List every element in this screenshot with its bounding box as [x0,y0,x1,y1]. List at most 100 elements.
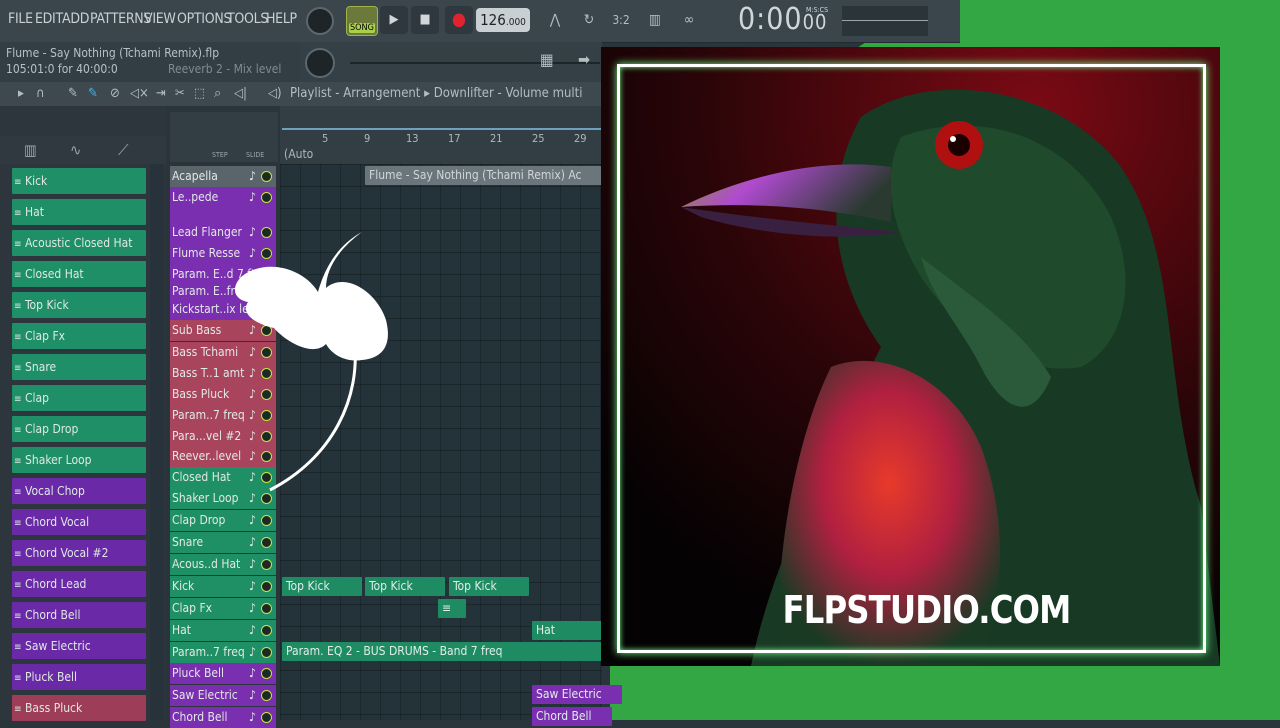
menu-patterns[interactable]: PATTERNS [90,11,151,27]
channel-button[interactable]: ≡ Shaker Loop [12,447,146,473]
clip-top-kick-2[interactable]: Top Kick [365,577,445,596]
brush-icon[interactable]: ✎ [88,86,98,101]
track-active-indicator[interactable] [261,712,272,723]
clip-param-eq[interactable]: Param. EQ 2 - BUS DRUMS - Band 7 freq [282,642,602,661]
pencil-icon[interactable]: ✎ [68,86,78,101]
clip-top-kick-1[interactable]: Top Kick [282,577,362,596]
channel-button[interactable]: ≡ Clap Drop [12,416,146,442]
countdown-icon[interactable]: 3:2 [606,6,636,34]
audio-tab-icon[interactable]: ∿ [70,141,81,159]
playlist-menu-icon[interactable]: ▸ [18,86,24,101]
track-header[interactable]: Pluck Bell ♪ [170,663,276,684]
channel-button[interactable]: ≡ Snare [12,354,146,380]
piano-roll-tab-icon[interactable]: ▥ [24,141,37,159]
menu-tools[interactable]: TOOLS [227,11,268,27]
track-header[interactable]: Clap Drop ♪ [170,510,276,531]
channel-button[interactable]: ≡ Chord Vocal #2 [12,540,146,566]
channel-button[interactable]: ≡ Chord Vocal [12,509,146,535]
track-active-indicator[interactable] [261,493,272,504]
magnet-icon[interactable]: ∩ [36,86,45,101]
loop-record-icon[interactable]: ∞ [674,6,704,34]
channel-button[interactable]: ≡ Top Kick [12,292,146,318]
track-active-indicator[interactable] [261,171,272,182]
channel-grip-icon: ≡ [14,394,22,405]
step-edit-icon[interactable]: ▥ [640,6,670,34]
channel-button[interactable]: ≡ Clap [12,385,146,411]
slip-icon[interactable]: ⇥ [156,86,166,101]
slice-icon[interactable]: ✂ [175,86,185,101]
channel-label: Closed Hat [25,267,84,281]
channel-button[interactable]: ≡ Saw Electric [12,633,146,659]
track-active-indicator[interactable] [261,581,272,592]
menu-file[interactable]: FILE [8,11,33,27]
menu-help[interactable]: HELP [266,11,297,27]
note-icon: ♪ [249,623,256,637]
clip-clap-fx[interactable]: ≡ [438,599,466,618]
master-pitch-slider[interactable] [350,62,600,64]
zoom-icon[interactable]: ⌕ [214,86,221,101]
channel-button[interactable]: ≡ Closed Hat [12,261,146,287]
delete-icon[interactable]: ⊘ [110,86,120,101]
piano-icon[interactable]: ▦ [540,50,554,69]
stop-button[interactable]: ■ [411,6,439,34]
tempo-display[interactable]: 126.000 [476,8,530,32]
menu-edit[interactable]: EDIT [35,11,63,27]
timeline-ruler[interactable] [280,106,602,164]
channel-grip-icon: ≡ [14,642,22,653]
track-header[interactable]: Acapella ♪ [170,166,276,187]
playback-icon[interactable]: ◁| [234,86,247,101]
track-active-indicator[interactable] [261,559,272,570]
track-active-indicator[interactable] [261,515,272,526]
track-active-indicator[interactable] [261,192,272,203]
master-volume-knob[interactable] [306,7,334,35]
track-header[interactable]: Param..7 freq ♪ [170,642,276,663]
channel-button[interactable]: ≡ Chord Lead [12,571,146,597]
menu-view[interactable]: VIEW [144,11,176,27]
track-header[interactable]: Saw Electric ♪ [170,685,276,706]
track-active-indicator[interactable] [261,537,272,548]
wait-input-icon[interactable]: ↻ [574,6,604,34]
channel-button[interactable]: ≡ Vocal Chop [12,478,146,504]
master-pitch-knob[interactable] [305,48,335,78]
channel-button[interactable]: ≡ Pluck Bell [12,664,146,690]
track-label: Kick [172,579,195,593]
arrow-right-icon[interactable]: ➡ [578,50,590,69]
track-header[interactable]: Hat ♪ [170,620,276,641]
channel-scrollbar[interactable] [150,164,164,720]
channel-button[interactable]: ≡ Bass Pluck [12,695,146,721]
speaker-icon[interactable]: ◁) [268,86,282,101]
track-active-indicator[interactable] [261,690,272,701]
automation-tab-icon[interactable]: ⟋ [118,141,129,159]
clip-saw-electric[interactable]: Saw Electric [532,685,622,704]
mute-icon[interactable]: ◁× [130,86,149,101]
note-icon: ♪ [249,666,256,680]
play-icon: ▶ [389,12,399,27]
note-icon: ♪ [249,601,256,615]
channel-button[interactable]: ≡ Chord Bell [12,602,146,628]
track-header[interactable]: Chord Bell ♪ [170,707,276,728]
menu-add[interactable]: ADD [62,11,89,27]
clip-top-kick-3[interactable]: Top Kick [449,577,529,596]
metronome-icon[interactable]: ⋀ [540,6,570,34]
track-header[interactable]: Kick ♪ [170,576,276,597]
clip-acapella[interactable]: Flume - Say Nothing (Tchami Remix) Ac [365,166,602,185]
record-button[interactable]: ● [445,6,473,34]
menu-options[interactable]: OPTIONS [177,11,231,27]
track-header[interactable]: Clap Fx ♪ [170,598,276,619]
song-mode-button[interactable]: SONG [346,6,378,36]
channel-button[interactable]: ≡ Hat [12,199,146,225]
clip-hat[interactable]: Hat [532,621,602,640]
track-active-indicator[interactable] [261,647,272,658]
play-button[interactable]: ▶ [380,6,408,34]
track-active-indicator[interactable] [261,603,272,614]
track-header[interactable]: Snare ♪ [170,532,276,553]
track-header[interactable]: Acous..d Hat ♪ [170,554,276,575]
track-header[interactable]: Le..pede ♪ [170,187,276,208]
channel-button[interactable]: ≡ Kick [12,168,146,194]
clip-chord-bell[interactable]: Chord Bell [532,707,612,726]
channel-button[interactable]: ≡ Clap Fx [12,323,146,349]
channel-button[interactable]: ≡ Acoustic Closed Hat [12,230,146,256]
select-icon[interactable]: ⬚ [194,86,205,101]
track-active-indicator[interactable] [261,625,272,636]
track-active-indicator[interactable] [261,668,272,679]
